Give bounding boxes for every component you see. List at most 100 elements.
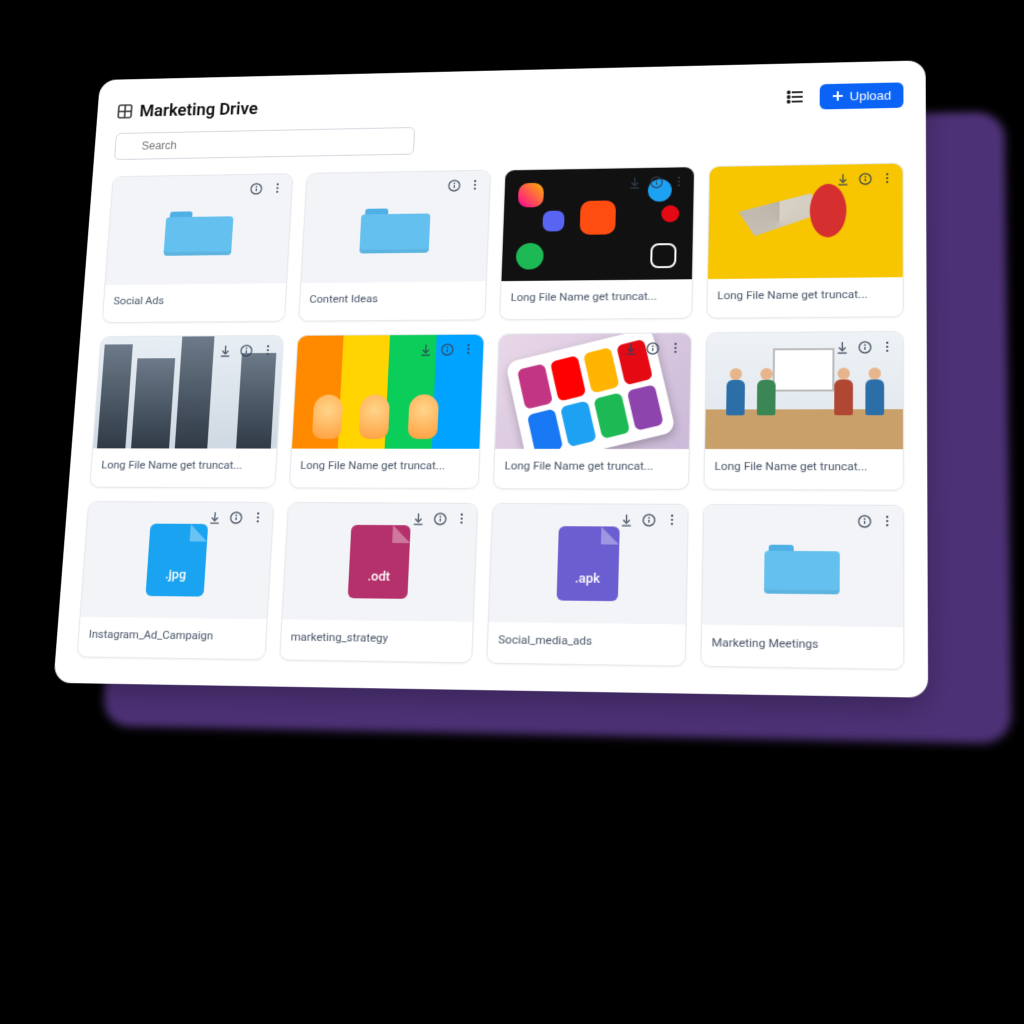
info-icon[interactable] — [855, 512, 874, 530]
card-actions — [855, 512, 897, 531]
card-label: Instagram_Ad_Campaign — [78, 617, 266, 655]
card-label: Social Ads — [103, 283, 286, 318]
info-icon[interactable] — [227, 509, 246, 527]
download-icon[interactable] — [832, 338, 851, 356]
card-actions — [621, 339, 684, 357]
file-card[interactable]: .odt marketing_strategy — [279, 502, 479, 663]
card-actions — [617, 511, 681, 529]
card-label: Long File Name get truncat... — [707, 277, 903, 314]
file-card[interactable]: Long File Name get truncat... — [493, 332, 692, 490]
folder-icon — [764, 537, 840, 595]
thumbnail-phone — [495, 333, 690, 449]
more-icon[interactable] — [466, 176, 484, 193]
download-icon[interactable] — [621, 339, 639, 357]
card-preview — [93, 336, 282, 449]
upload-button-label: Upload — [850, 88, 892, 103]
info-icon[interactable] — [247, 180, 265, 197]
header: Marketing Drive Upload — [117, 81, 904, 124]
download-icon[interactable] — [416, 341, 434, 358]
more-icon[interactable] — [666, 339, 685, 357]
search-input[interactable] — [114, 127, 415, 160]
more-icon[interactable] — [669, 173, 687, 190]
info-icon[interactable] — [856, 170, 874, 187]
file-card[interactable]: Marketing Meetings — [700, 504, 905, 670]
download-icon[interactable] — [409, 509, 428, 527]
more-icon[interactable] — [878, 338, 897, 356]
info-icon[interactable] — [445, 177, 463, 194]
card-preview — [301, 171, 490, 283]
list-view-toggle[interactable] — [781, 84, 809, 111]
file-card[interactable]: .jpg Instagram_Ad_Campaign — [77, 501, 274, 660]
file-icon: .apk — [556, 526, 619, 601]
info-icon[interactable] — [644, 339, 662, 357]
card-label: Content Ideas — [299, 281, 486, 317]
file-card[interactable]: Social Ads — [102, 173, 293, 323]
card-preview: .jpg — [81, 502, 273, 619]
search-row — [114, 117, 904, 160]
plus-icon — [832, 90, 844, 101]
card-preview: .odt — [282, 503, 477, 622]
file-card[interactable]: Long File Name get truncat... — [499, 166, 695, 320]
info-icon[interactable] — [855, 338, 874, 356]
file-ext: .apk — [575, 571, 601, 586]
info-icon[interactable] — [430, 510, 449, 528]
card-actions — [416, 340, 477, 358]
file-icon: .odt — [348, 525, 411, 599]
thumbnail-meeting — [705, 332, 903, 449]
info-icon[interactable] — [640, 511, 659, 529]
card-label: Long File Name get truncat... — [704, 449, 903, 486]
list-icon — [786, 88, 804, 105]
card-preview — [708, 164, 903, 279]
more-icon[interactable] — [662, 511, 681, 529]
download-icon[interactable] — [833, 170, 851, 187]
card-preview — [702, 505, 904, 627]
file-card[interactable]: Content Ideas — [298, 170, 491, 322]
download-icon[interactable] — [216, 342, 234, 359]
file-card[interactable]: Long File Name get truncat... — [703, 331, 904, 491]
card-actions — [626, 173, 688, 191]
info-icon[interactable] — [647, 173, 665, 190]
folder-icon — [163, 203, 234, 255]
file-ext: .jpg — [165, 568, 187, 583]
card-label: Long File Name get truncat... — [91, 448, 276, 483]
layout-grid-icon — [117, 104, 133, 119]
card-label: Social_media_ads — [487, 622, 684, 661]
download-icon[interactable] — [626, 174, 644, 191]
more-icon[interactable] — [248, 509, 267, 527]
file-icon: .jpg — [145, 524, 208, 597]
file-ext: .odt — [367, 570, 390, 585]
file-card[interactable]: Long File Name get truncat... — [89, 335, 283, 488]
info-icon[interactable] — [438, 341, 456, 358]
card-actions — [247, 180, 286, 197]
card-actions — [409, 509, 471, 527]
more-icon[interactable] — [268, 180, 286, 197]
card-preview — [705, 332, 903, 449]
page-title: Marketing Drive — [139, 99, 258, 120]
file-grid: Social AdsContent IdeasLong File Name ge… — [77, 163, 905, 670]
card-actions — [833, 169, 896, 187]
card-preview — [105, 174, 291, 285]
card-actions — [832, 338, 896, 356]
card-actions — [445, 176, 484, 193]
more-icon[interactable] — [452, 510, 471, 528]
card-preview — [292, 335, 484, 449]
file-card[interactable]: Long File Name get truncat... — [706, 163, 904, 319]
card-preview — [501, 167, 693, 281]
more-icon[interactable] — [258, 342, 276, 359]
download-icon[interactable] — [206, 508, 224, 526]
drive-panel: Marketing Drive Upload Social Ads Content… — [53, 60, 928, 697]
file-card[interactable]: Long File Name get truncat... — [288, 334, 484, 489]
card-label: Long File Name get truncat... — [290, 449, 480, 485]
more-icon[interactable] — [878, 512, 897, 530]
upload-button[interactable]: Upload — [819, 82, 903, 109]
download-icon[interactable] — [617, 511, 636, 529]
more-icon[interactable] — [878, 169, 896, 186]
card-actions — [216, 342, 276, 359]
file-card[interactable]: .apk Social_media_ads — [486, 503, 688, 667]
card-label: marketing_strategy — [280, 619, 473, 658]
folder-icon — [360, 200, 432, 253]
thumbnail-megaphone — [708, 164, 903, 279]
info-icon[interactable] — [237, 342, 255, 359]
more-icon[interactable] — [459, 340, 477, 357]
card-preview — [495, 333, 690, 449]
